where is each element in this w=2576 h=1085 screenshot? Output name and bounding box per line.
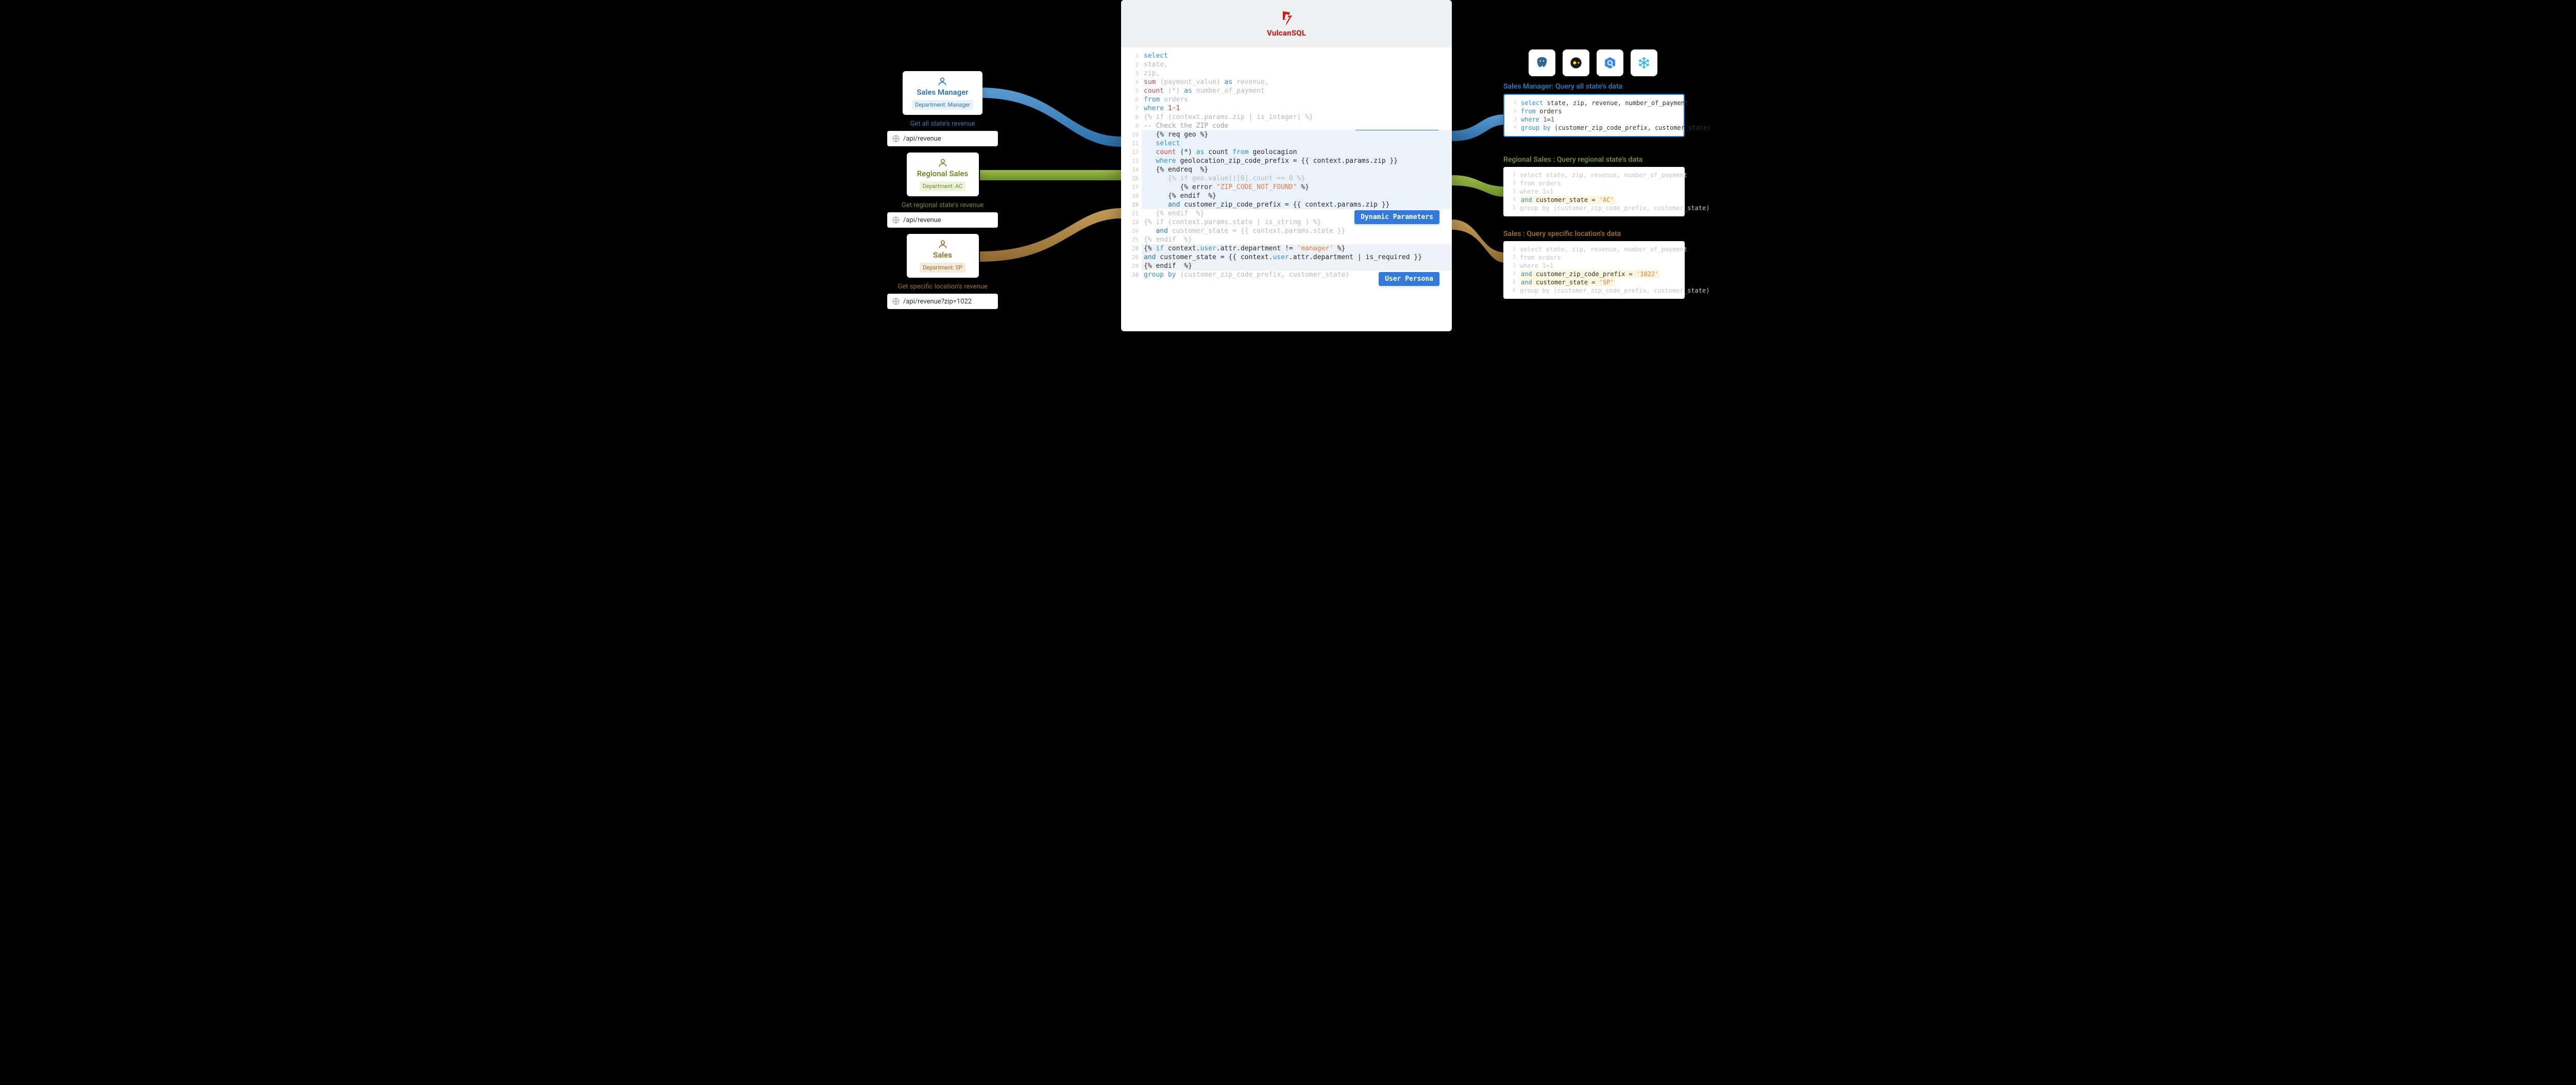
diagram-stage: Sales Manager Department: Manager Get al… xyxy=(882,0,1694,331)
query-title: Sales Manager: Query all state's data xyxy=(1503,82,1685,91)
persona-card: Sales Manager Department: Manager xyxy=(903,71,982,115)
query-title: Sales : Query specific location's data xyxy=(1503,230,1685,238)
snowflake-icon xyxy=(1631,49,1657,76)
persona-dept-badge: Department: Manager xyxy=(912,100,973,110)
catalog-icon xyxy=(1563,49,1589,76)
persona-subtitle: Get all state's revenue xyxy=(887,120,998,128)
globe-icon xyxy=(892,216,900,224)
persona-card: Regional Sales Department: AC xyxy=(907,152,979,196)
query-sql-box: select state, zip, revenue, number_of_pa… xyxy=(1503,167,1685,216)
bigquery-icon xyxy=(1597,49,1623,76)
api-url-text: /api/revenue?zip=1022 xyxy=(903,298,972,306)
api-url-pill: /api/revenue xyxy=(887,131,998,146)
query-sql-box: select state, zip, revenue, number_of_pa… xyxy=(1503,241,1685,299)
database-icons-row xyxy=(1529,49,1657,76)
query-title: Regional Sales : Query regional state's … xyxy=(1503,156,1685,164)
api-url-pill: /api/revenue xyxy=(887,212,998,228)
api-url-text: /api/revenue xyxy=(903,135,941,143)
globe-icon xyxy=(892,297,900,306)
user-icon xyxy=(916,158,970,168)
query-panel-regional-sales: Regional Sales : Query regional state's … xyxy=(1503,156,1685,216)
persona-subtitle: Get specific location's revenue xyxy=(887,283,998,291)
globe-icon xyxy=(892,134,900,143)
brand-header: VulcanSQL xyxy=(1121,0,1452,47)
persona-sales: Sales Department: SP Get specific locati… xyxy=(887,234,998,309)
persona-regional-sales: Regional Sales Department: AC Get region… xyxy=(887,152,998,228)
query-panel-sales: Sales : Query specific location's data s… xyxy=(1503,230,1685,299)
persona-sales-manager: Sales Manager Department: Manager Get al… xyxy=(887,71,998,146)
persona-dept-badge: Department: SP xyxy=(920,263,965,273)
postgres-icon xyxy=(1529,49,1555,76)
brand-name: VulcanSQL xyxy=(1267,28,1306,38)
center-code-panel: VulcanSQL Predefined Queries Error Respo… xyxy=(1121,0,1452,331)
query-sql-box: select state, zip, revenue, number_of_pa… xyxy=(1503,94,1685,137)
user-icon xyxy=(916,239,970,249)
persona-dept-badge: Department: AC xyxy=(920,181,966,191)
persona-name: Sales xyxy=(916,250,970,260)
persona-card: Sales Department: SP xyxy=(907,234,979,278)
user-icon xyxy=(912,76,973,87)
persona-name: Sales Manager xyxy=(912,88,973,97)
persona-subtitle: Get regional state's revenue xyxy=(887,201,998,209)
persona-name: Regional Sales xyxy=(916,169,970,178)
api-url-text: /api/revenue xyxy=(903,216,941,224)
query-panel-sales-manager: Sales Manager: Query all state's data se… xyxy=(1503,82,1685,137)
sql-template-code: Predefined Queries Error Response Dynami… xyxy=(1121,47,1452,331)
api-url-pill: /api/revenue?zip=1022 xyxy=(887,294,998,309)
vulcansql-logo-icon xyxy=(1278,10,1295,27)
